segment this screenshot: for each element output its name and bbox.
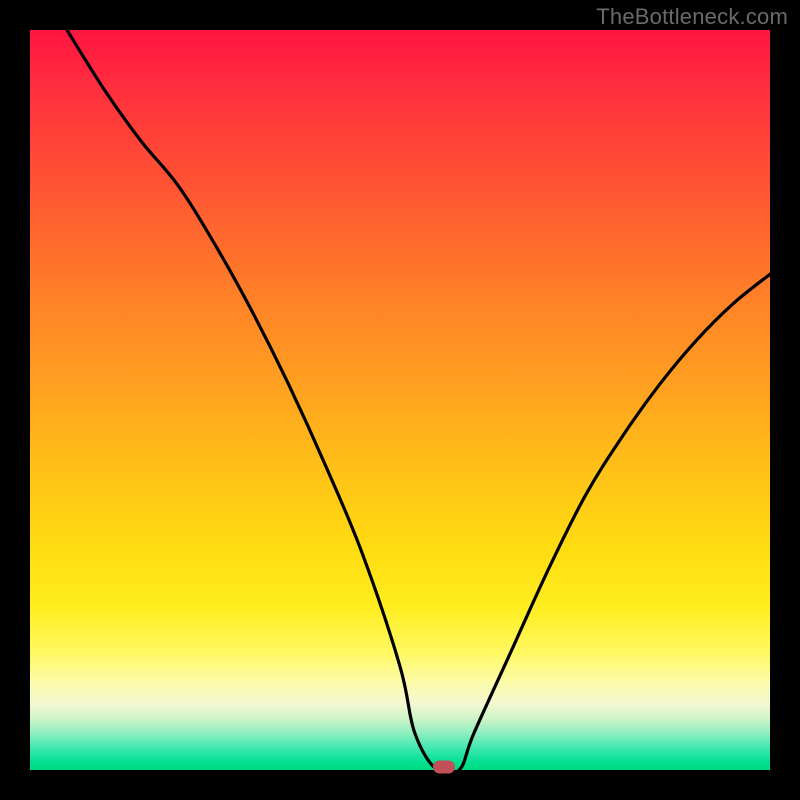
chart-plot-area (30, 30, 770, 770)
watermark-attribution: TheBottleneck.com (596, 4, 788, 30)
bottleneck-curve (30, 30, 770, 770)
chart-frame (30, 30, 770, 770)
optimal-point-marker (433, 761, 455, 774)
